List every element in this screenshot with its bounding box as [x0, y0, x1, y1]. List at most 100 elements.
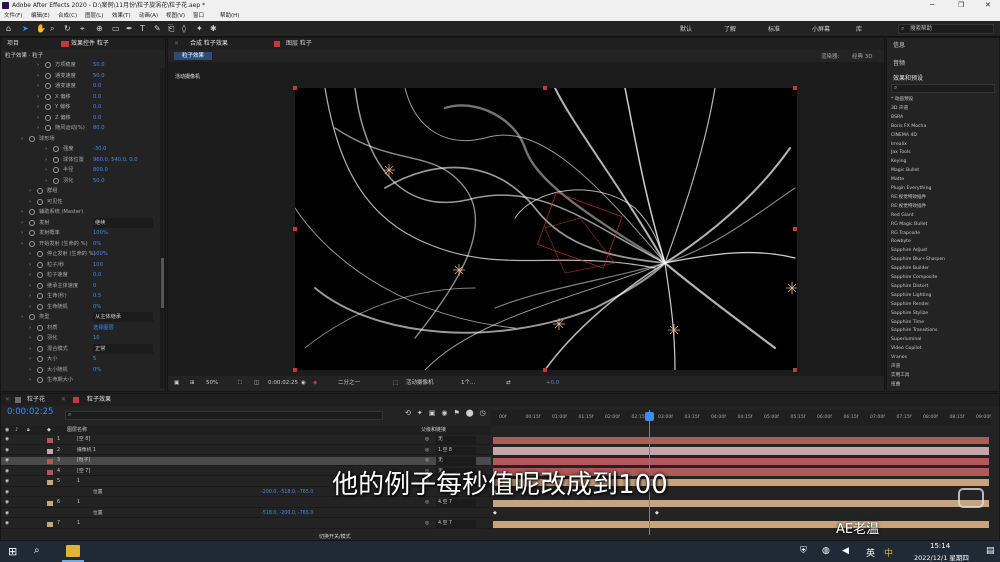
expand-triangle-icon[interactable]: ›	[29, 260, 31, 270]
tab-layer[interactable]: 图层 粒子	[286, 38, 312, 50]
effect-category-item[interactable]: 声道	[891, 363, 900, 370]
tab-composition[interactable]: 合成 粒子效果	[190, 38, 228, 50]
pan-tool-icon[interactable]: ⊕	[96, 24, 103, 33]
expand-triangle-icon[interactable]: ›	[37, 123, 39, 133]
timeline-switches[interactable]: ⟲✦▣◉⚑⬤◷	[405, 409, 492, 417]
bounding-handle[interactable]	[793, 368, 797, 372]
expand-triangle-icon[interactable]: ›	[37, 92, 39, 102]
stopwatch-icon[interactable]	[45, 104, 51, 110]
effect-property-row[interactable]: › 生命期大小	[1, 375, 159, 385]
parent-dropdown[interactable]: 4.空 7	[436, 520, 476, 529]
expand-triangle-icon[interactable]: ›	[45, 155, 47, 165]
workspace-tab[interactable]: 小屏幕	[812, 24, 830, 33]
effect-property-row[interactable]: › 随风运动(%) 80.0	[1, 123, 159, 133]
tab-comp-particles[interactable]: 粒子效果	[87, 394, 111, 406]
effect-property-value[interactable]: 0%	[93, 302, 101, 312]
shield-icon[interactable]: ⛨	[800, 546, 807, 556]
effect-property-row[interactable]: › 强度 -30.0	[1, 144, 159, 154]
grid-icon[interactable]: ⊞	[190, 376, 195, 391]
stopwatch-icon[interactable]	[37, 293, 43, 299]
effect-property-value[interactable]: 0.5	[93, 291, 101, 301]
zoom-tool-icon[interactable]: ⌕	[50, 24, 54, 34]
exposure-value[interactable]: +0.0	[546, 376, 559, 391]
expand-triangle-icon[interactable]: ›	[29, 354, 31, 364]
expand-triangle-icon[interactable]: ›	[29, 323, 31, 333]
camera-tool-icon[interactable]: ⌖	[80, 24, 85, 34]
tab-project[interactable]: 项目	[7, 38, 19, 50]
effect-category-item[interactable]: Sapphire Stylize	[891, 310, 928, 317]
layer-name[interactable]: [空 8]	[77, 436, 90, 445]
effect-property-value[interactable]: 960.0, 540.0, 0.0	[93, 155, 138, 165]
effect-property-value[interactable]: 从主体继承	[93, 312, 153, 322]
stopwatch-icon[interactable]	[37, 335, 43, 341]
stopwatch-icon[interactable]	[37, 251, 43, 257]
menu-item[interactable]: 编辑(E)	[31, 11, 50, 21]
close-tab-icon[interactable]: ✕	[174, 38, 179, 50]
effect-property-value[interactable]: 100%	[93, 228, 108, 238]
visibility-icon[interactable]: ◉	[5, 436, 9, 445]
effect-property-value[interactable]: 0.0	[93, 270, 101, 280]
effect-property-row[interactable]: › Y 偏移 0.0	[1, 102, 159, 112]
stopwatch-icon[interactable]	[37, 198, 43, 205]
always-preview-icon[interactable]: ▣	[174, 376, 179, 391]
input-method-icon[interactable]: 中	[884, 546, 893, 559]
layer-row[interactable]: ◉ 位置 -518.0, -200.0, -765.0	[1, 510, 491, 519]
parent-dropdown[interactable]: 1.空 8	[436, 446, 476, 456]
effect-property-value[interactable]: 0%	[93, 365, 101, 375]
expand-triangle-icon[interactable]: ›	[37, 113, 39, 123]
bounding-handle[interactable]	[293, 86, 297, 90]
rect-tool-icon[interactable]: ▭	[112, 24, 120, 33]
expand-triangle-icon[interactable]: ›	[45, 144, 47, 154]
effect-category-item[interactable]: 扭曲	[891, 381, 900, 388]
expand-triangle-icon[interactable]: ›	[29, 291, 31, 301]
effect-property-row[interactable]: › 混合模式 正常	[1, 343, 159, 354]
effect-property-row[interactable]: › 羽化 10	[1, 333, 159, 343]
effect-property-value[interactable]: 0%	[93, 239, 101, 249]
current-time[interactable]: 0:00:02:25	[268, 376, 298, 391]
expand-triangle-icon[interactable]: ›	[21, 134, 23, 144]
home-icon[interactable]: ⌂	[6, 24, 11, 33]
effect-category-item[interactable]: Sapphire Render	[891, 301, 929, 308]
expand-triangle-icon[interactable]: ›	[21, 218, 23, 228]
effect-property-row[interactable]: › 继承主体速度 0	[1, 281, 159, 291]
effect-property-value[interactable]: 50.0	[93, 60, 105, 70]
effect-property-value[interactable]: 5	[93, 354, 96, 364]
expand-triangle-icon[interactable]: ›	[37, 81, 39, 91]
snapshot-icon[interactable]: ◉	[301, 376, 306, 391]
expand-triangle-icon[interactable]: ›	[37, 60, 39, 70]
effect-property-row[interactable]: › 粒子速度 0.0	[1, 270, 159, 280]
stopwatch-icon[interactable]	[29, 219, 35, 226]
network-icon[interactable]: ◍	[822, 546, 830, 556]
effect-property-row[interactable]: › 球形场	[1, 134, 159, 144]
effect-property-row[interactable]: › Z 偏移 0.0	[1, 113, 159, 123]
effect-property-row[interactable]: › 方项稳度 50.0	[1, 60, 159, 70]
effect-category-item[interactable]: Sapphire Builder	[891, 265, 929, 272]
effect-property-value[interactable]: 800.0	[93, 165, 108, 175]
effect-category-item[interactable]: RE:视觉特效插件	[891, 194, 926, 201]
resolution-dropdown[interactable]: 二分之一	[338, 376, 360, 391]
view-dropdown[interactable]: 活动摄像机	[406, 376, 434, 391]
roto-tool-icon[interactable]: ✦	[196, 24, 203, 33]
effect-property-value[interactable]: 0.0	[93, 102, 101, 112]
expand-triangle-icon[interactable]: ›	[21, 239, 23, 249]
stopwatch-icon[interactable]	[45, 62, 51, 68]
effect-category-item[interactable]: Irrealix	[891, 141, 907, 148]
effect-property-row[interactable]: › 群组	[1, 186, 159, 196]
expand-triangle-icon[interactable]: ›	[21, 312, 23, 322]
effect-category-item[interactable]: Keying	[891, 158, 906, 165]
volume-icon[interactable]: ◀	[842, 546, 849, 556]
effect-property-row[interactable]: › 通变速度 50.0	[1, 71, 159, 81]
effect-category-item[interactable]: RE:视觉特效插件	[891, 203, 926, 210]
effect-property-row[interactable]: › 发射概率 100%	[1, 228, 159, 238]
effect-category-item[interactable]: RG Trapcode	[891, 230, 920, 237]
effects-search-input[interactable]: ⌕	[891, 84, 995, 93]
menu-item[interactable]: 窗口	[193, 11, 204, 21]
workspace-tab[interactable]: 库	[856, 24, 862, 33]
close-tab-icon[interactable]: ✕	[5, 394, 10, 406]
effect-category-item[interactable]: Magic Bullet	[891, 167, 919, 174]
layer-name[interactable]: 1	[77, 520, 80, 529]
layer-duration-bar[interactable]	[493, 436, 989, 445]
minimize-icon[interactable]: ─	[930, 0, 934, 11]
hand-tool-icon[interactable]: ✋	[36, 24, 46, 33]
effect-category-item[interactable]: Sapphire Adjust	[891, 247, 927, 254]
